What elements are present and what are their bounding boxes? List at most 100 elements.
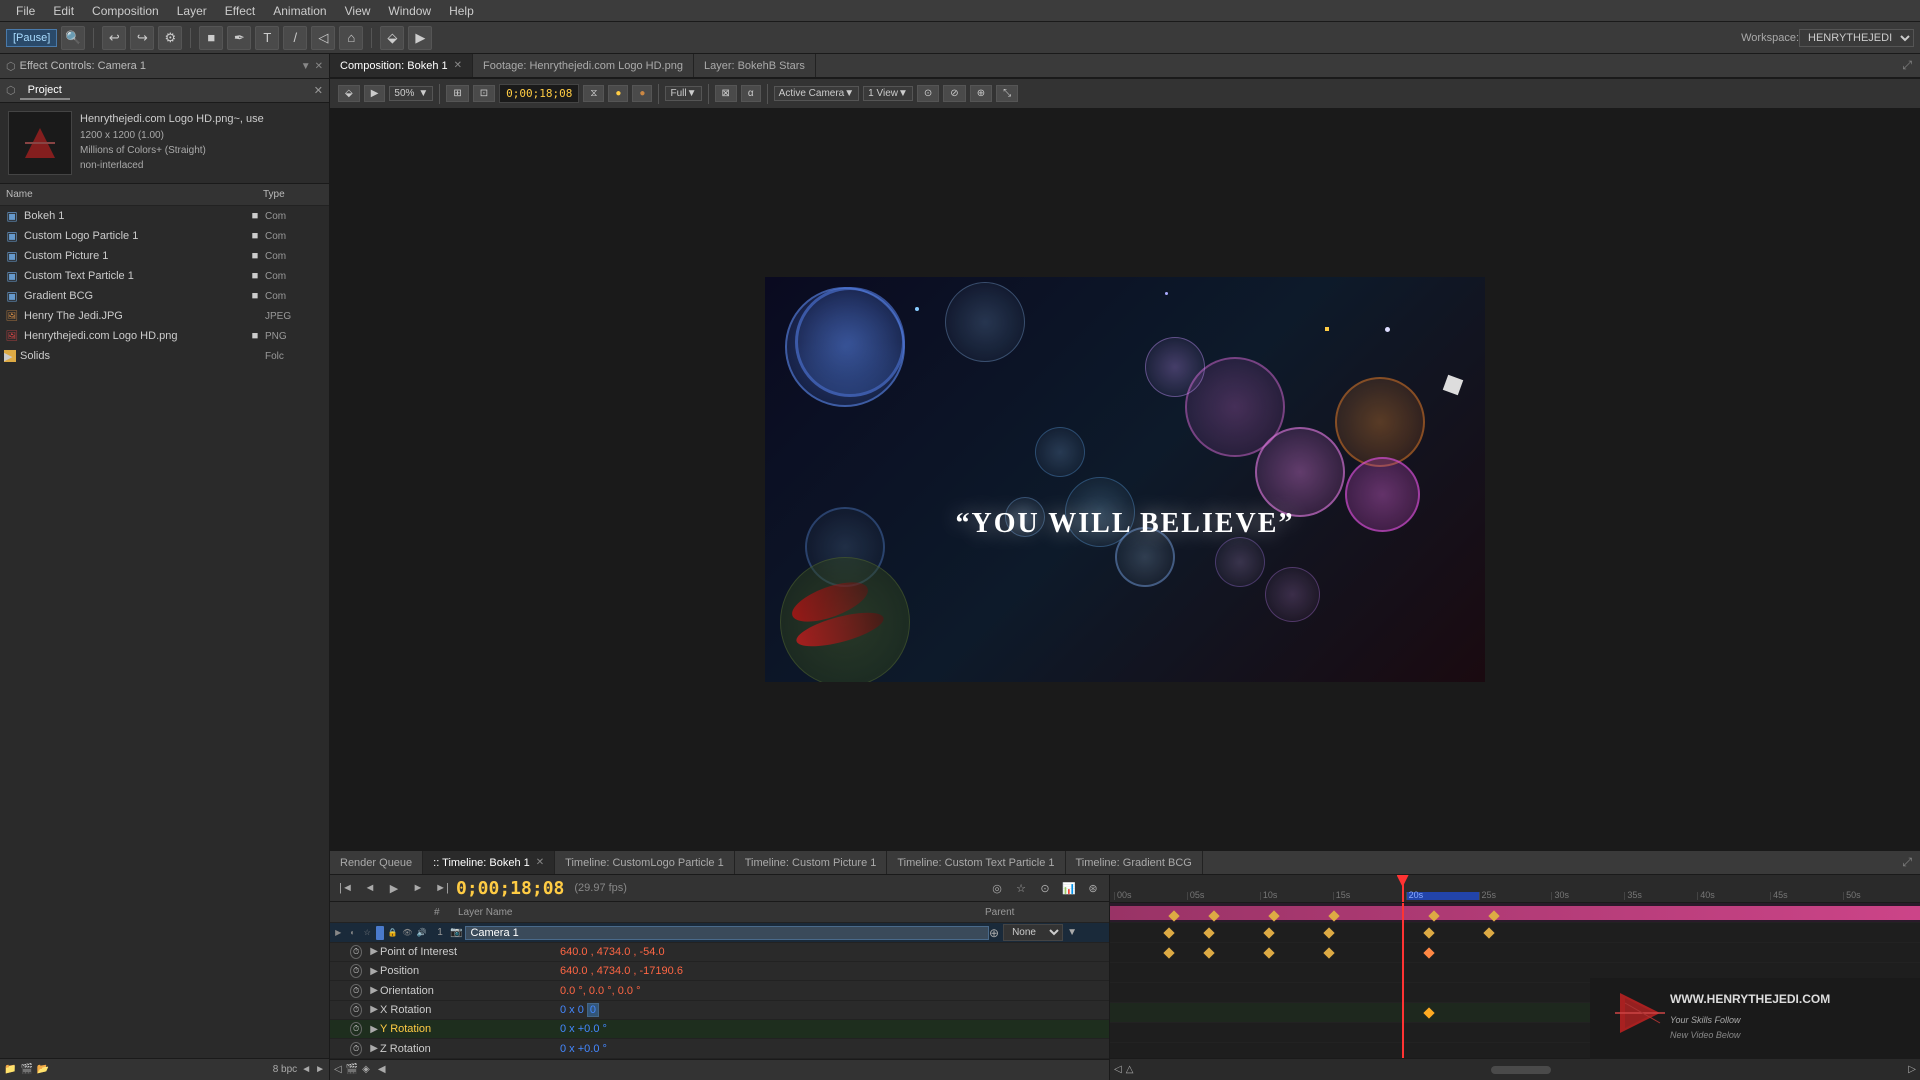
switch-lock[interactable]: 🔒 [387, 926, 399, 940]
tl-bc-btn2[interactable]: 🎬 [346, 1064, 358, 1075]
eraser-tool[interactable]: ◁ [311, 26, 335, 50]
magnify-tool[interactable]: 🔍 [61, 26, 85, 50]
menu-edit[interactable]: Edit [45, 2, 82, 20]
project-close[interactable]: ✕ [314, 84, 323, 97]
snap-btn[interactable]: ⬙ [338, 85, 360, 102]
stopwatch-zrot[interactable]: ⏱ [350, 1042, 362, 1056]
tab-custompic[interactable]: Timeline: Custom Picture 1 [735, 851, 888, 874]
stop-button[interactable]: ■ [199, 26, 223, 50]
pen-tool[interactable]: ✒ [227, 26, 251, 50]
prop-value-yrot[interactable]: 0 x +0.0 ° [560, 1023, 607, 1035]
new-folder-btn[interactable]: 📁 [4, 1064, 16, 1075]
flow-btn[interactable]: ⊘ [943, 85, 965, 102]
stopwatch-yrot[interactable]: ⏱ [350, 1022, 362, 1036]
bpc-btn[interactable]: ◄ [301, 1064, 311, 1075]
switch-shy[interactable]: ☆ [361, 926, 373, 940]
open-btn[interactable]: 📂 [37, 1064, 49, 1075]
render-btn[interactable]: ⊙ [917, 85, 939, 102]
prop-row-zrot[interactable]: ⏱ ▶ Z Rotation 0 x +0.0 ° [330, 1039, 1109, 1058]
brush-tool[interactable]: / [283, 26, 307, 50]
tab-customtext[interactable]: Timeline: Custom Text Particle 1 [887, 851, 1065, 874]
preview-btn[interactable]: ► [315, 1064, 325, 1075]
reset-btn[interactable]: ⤡ [996, 85, 1018, 102]
preview-play-btn[interactable]: ▶ [364, 85, 386, 102]
zoom-dropdown[interactable]: 50% ▼ [389, 86, 433, 101]
stopwatch-poi[interactable]: ⏱ [350, 945, 362, 959]
prop-row-poi[interactable]: ⏱ ▶ Point of Interest 640.0 , 4734.0 , -… [330, 943, 1109, 962]
switch-audio[interactable]: 🔊 [416, 926, 428, 940]
tl-nav-first[interactable]: |◄ [336, 878, 356, 898]
safe-btn[interactable]: ⊡ [473, 85, 495, 102]
project-item-logopng[interactable]: 🖼 Henrythejedi.com Logo HD.png ■ PNG [0, 326, 329, 346]
menu-layer[interactable]: Layer [169, 2, 215, 20]
layer-row-camera[interactable]: ▶ ◐ ☆ 🔒 👁 🔊 1 📷 Camera 1 [330, 923, 1109, 942]
import-button[interactable]: ⬙ [380, 26, 404, 50]
menu-help[interactable]: Help [441, 2, 482, 20]
prop-row-orientation[interactable]: ⏱ ▶ Orientation 0.0 °, 0.0 °, 0.0 ° [330, 981, 1109, 1000]
viewer-tab-footage[interactable]: Footage: Henrythejedi.com Logo HD.png [473, 54, 694, 77]
timeline-expand[interactable]: ⤢ [1894, 855, 1920, 870]
tl-nav-last[interactable]: ►| [432, 878, 452, 898]
tab-timeline-bokeh[interactable]: :: Timeline: Bokeh 1 ✕ [423, 851, 555, 874]
effect-controls-close[interactable]: ✕ [315, 61, 323, 72]
tl-graph-btn[interactable]: 📊 [1059, 878, 1079, 898]
snap2-btn[interactable]: ⊠ [715, 85, 737, 102]
project-item-gradient[interactable]: ▣ Gradient BCG ■ Com [0, 286, 329, 306]
prop-row-position[interactable]: ⏱ ▶ Position 640.0 , 4734.0 , -17190.6 [330, 962, 1109, 981]
parent-dropdown-arrow[interactable]: ▼ [1067, 927, 1077, 938]
menu-file[interactable]: File [8, 2, 43, 20]
workspace-select[interactable]: HENRYTHEJEDI [1799, 29, 1914, 47]
switch-solo[interactable]: ◐ [346, 926, 358, 940]
prop-value-xrot[interactable]: 0 x 0 0 [560, 1004, 599, 1016]
stopwatch-pos[interactable]: ⏱ [350, 964, 362, 978]
pause-button[interactable]: [Pause] [6, 29, 57, 47]
menu-window[interactable]: Window [380, 2, 439, 20]
tl-flow-btn[interactable]: ⊛ [1083, 878, 1103, 898]
export-button[interactable]: ▶ [408, 26, 432, 50]
text-tool[interactable]: T [255, 26, 279, 50]
parent-select-camera[interactable]: None [1003, 924, 1063, 941]
switch-expand[interactable]: ▶ [332, 926, 344, 940]
tl-r-btn1[interactable]: ◁ [1114, 1064, 1122, 1075]
color-btn2[interactable]: ● [632, 85, 652, 102]
viewer-tab-comp[interactable]: Composition: Bokeh 1 ✕ [330, 54, 473, 77]
view-dropdown[interactable]: 1 View ▼ [863, 86, 913, 101]
tl-nav-next[interactable]: ► [408, 878, 428, 898]
tl-r-btn2[interactable]: △ [1126, 1064, 1134, 1075]
tab-timeline-bokeh-close[interactable]: ✕ [536, 857, 544, 868]
stopwatch-ori[interactable]: ⏱ [350, 984, 362, 998]
stopwatch-xrot[interactable]: ⏱ [350, 1003, 362, 1017]
tl-bc-btn3[interactable]: ◈ [362, 1064, 370, 1075]
new-comp-btn[interactable]: 🎬 [20, 1064, 32, 1075]
tl-nav-play[interactable]: ▶ [384, 878, 404, 898]
tab-customlogo[interactable]: Timeline: CustomLogo Particle 1 [555, 851, 735, 874]
project-item-solids[interactable]: ▶ Solids Folc [0, 346, 329, 366]
grid-btn[interactable]: ⊞ [446, 85, 468, 102]
zoom3-btn[interactable]: ⊕ [970, 85, 992, 102]
viewer-expand-btn[interactable]: ⤢ [1894, 58, 1920, 73]
tl-shy-btn[interactable]: ☆ [1011, 878, 1031, 898]
menu-view[interactable]: View [337, 2, 379, 20]
quality-dropdown[interactable]: Full ▼ [665, 86, 701, 101]
project-item-bokeh[interactable]: ▣ Bokeh 1 ■ Com [0, 206, 329, 226]
viewer-tab-layer[interactable]: Layer: BokehB Stars [694, 54, 816, 77]
effect-controls-menu[interactable]: ▼ [301, 61, 311, 72]
menu-animation[interactable]: Animation [265, 2, 334, 20]
timecode-btn[interactable]: ⧖ [583, 85, 604, 102]
tl-motion-blur-btn[interactable]: ⊙ [1035, 878, 1055, 898]
menu-effect[interactable]: Effect [217, 2, 263, 20]
project-item-custompic[interactable]: ▣ Custom Picture 1 ■ Com [0, 246, 329, 266]
viewer-tab-comp-close[interactable]: ✕ [454, 60, 462, 71]
prop-value-position[interactable]: 640.0 , 4734.0 , -17190.6 [560, 965, 683, 977]
tab-gradient[interactable]: Timeline: Gradient BCG [1066, 851, 1203, 874]
alpha-btn[interactable]: α [741, 85, 761, 102]
clone-tool[interactable]: ⌂ [339, 26, 363, 50]
redo-button[interactable]: ↪ [130, 26, 154, 50]
project-item-henry[interactable]: 🖼 Henry The Jedi.JPG JPEG [0, 306, 329, 326]
tl-nav-prev[interactable]: ◄ [360, 878, 380, 898]
prop-row-xrot[interactable]: ⏱ ▶ X Rotation 0 x 0 0 [330, 1001, 1109, 1020]
color-btn[interactable]: ● [608, 85, 628, 102]
tl-bc-btn1[interactable]: ◁ [334, 1064, 342, 1075]
prop-value-zrot[interactable]: 0 x +0.0 ° [560, 1043, 607, 1055]
tl-solo-btn[interactable]: ◎ [987, 878, 1007, 898]
